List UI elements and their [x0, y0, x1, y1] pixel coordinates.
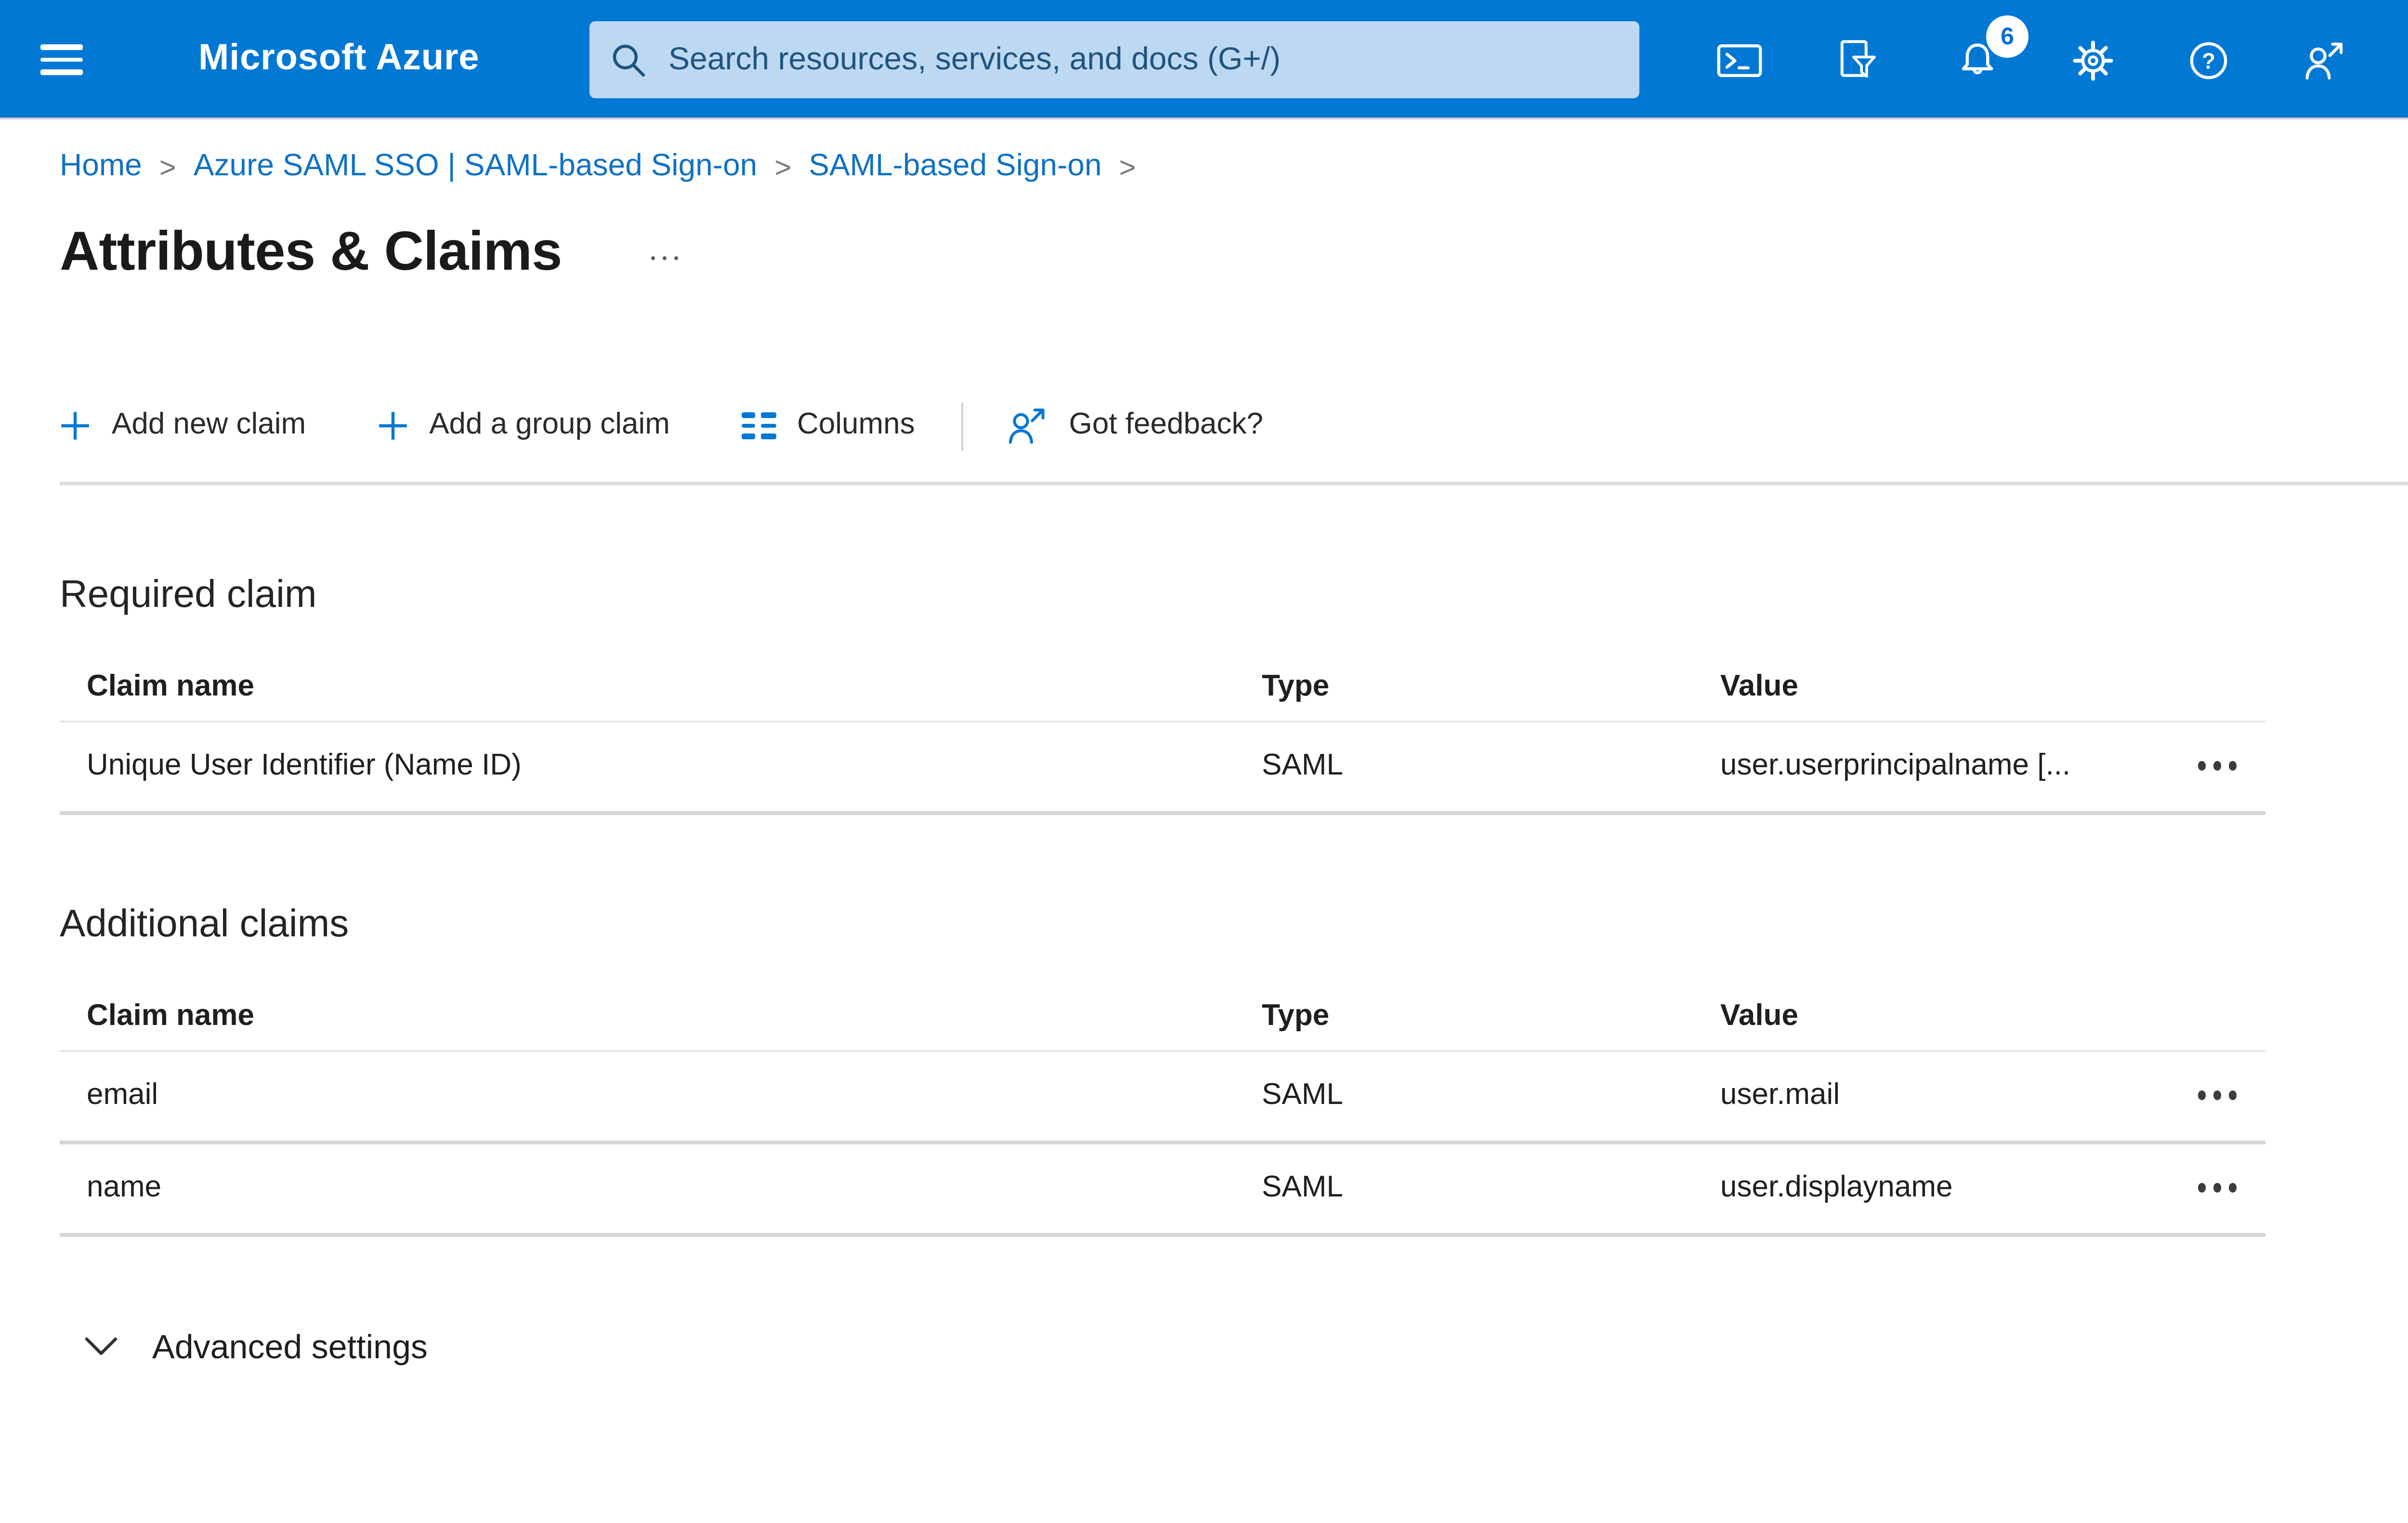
search-input[interactable] — [665, 39, 1616, 80]
claim-type-cell: SAML — [1262, 1170, 1343, 1203]
directory-filter-button[interactable] — [1817, 21, 1894, 98]
table-row: email SAML user.mail — [60, 1051, 2265, 1143]
table-header-row: Claim name Type Value — [60, 654, 2265, 722]
brand-title: Microsoft Azure — [198, 39, 480, 79]
plus-icon — [379, 412, 406, 440]
notification-badge: 6 — [1986, 15, 2028, 58]
breadcrumb-home-link[interactable]: Home — [60, 150, 142, 185]
advanced-settings-toggle[interactable]: Advanced settings — [85, 1326, 428, 1367]
column-header-type: Type — [1262, 670, 1330, 702]
search-icon — [613, 43, 645, 76]
add-group-claim-label: Add a group claim — [429, 408, 670, 441]
add-new-claim-label: Add new claim — [112, 408, 306, 441]
row-more-button[interactable] — [2188, 1081, 2247, 1109]
cloud-shell-icon — [1717, 43, 1762, 76]
column-header-value: Value — [1720, 670, 1798, 702]
breadcrumb: Home > Azure SAML SSO | SAML-based Sign-… — [60, 150, 2408, 185]
global-search — [589, 21, 1639, 98]
column-header-value: Value — [1720, 999, 1798, 1032]
chevron-down-icon — [85, 1337, 118, 1355]
settings-button[interactable] — [2054, 21, 2131, 98]
help-icon: ? — [2189, 41, 2226, 79]
columns-label: Columns — [797, 408, 915, 441]
hamburger-menu-button[interactable] — [23, 21, 100, 98]
table-header-row: Claim name Type Value — [60, 984, 2265, 1051]
title-row: Attributes & Claims — [60, 210, 2408, 295]
table-row: name SAML user.displayname — [60, 1143, 2265, 1236]
feedback-person-icon — [2304, 41, 2342, 79]
column-header-claim-name: Claim name — [87, 999, 255, 1032]
breadcrumb-chevron-icon: > — [774, 151, 792, 184]
help-button[interactable]: ? — [2169, 21, 2246, 98]
directory-filter-icon — [1839, 39, 1875, 77]
breadcrumb-saml-signon-link[interactable]: SAML-based Sign-on — [809, 150, 1101, 185]
got-feedback-button[interactable]: Got feedback? — [1006, 405, 1263, 447]
column-header-type: Type — [1262, 999, 1330, 1032]
breadcrumb-chevron-icon: > — [1119, 151, 1136, 184]
required-claim-heading: Required claim — [60, 573, 317, 616]
svg-text:?: ? — [2201, 47, 2214, 72]
row-more-button[interactable] — [2188, 1174, 2247, 1202]
top-bar: Microsoft Azure Search resources, servic… — [0, 0, 2408, 119]
claim-name-cell: name — [87, 1170, 162, 1203]
got-feedback-label: Got feedback? — [1069, 408, 1263, 441]
additional-claims-heading: Additional claims — [60, 903, 349, 945]
breadcrumb-app-link[interactable]: Azure SAML SSO | SAML-based Sign-on — [194, 150, 757, 185]
column-header-claim-name: Claim name — [87, 670, 255, 702]
add-new-claim-button[interactable]: Add new claim — [60, 408, 306, 443]
toolbar-rule — [60, 482, 2408, 485]
feedback-button[interactable] — [2285, 21, 2362, 98]
notifications-button[interactable]: 6 — [1938, 15, 2028, 98]
hamburger-icon — [40, 44, 83, 75]
claim-name-cell: Unique User Identifier (Name ID) — [87, 748, 522, 781]
claim-type-cell: SAML — [1262, 748, 1343, 781]
claim-value-cell: user.userprincipalname [... — [1720, 748, 2071, 781]
page-title: Attributes & Claims — [60, 221, 562, 282]
claim-value-cell: user.mail — [1720, 1078, 1840, 1111]
cloud-shell-button[interactable] — [1701, 21, 1778, 98]
command-bar: Add new claim Add a group claim Columns — [60, 391, 2408, 460]
toolbar-divider — [961, 402, 963, 450]
breadcrumb-chevron-icon: > — [159, 151, 176, 184]
add-group-claim-button[interactable]: Add a group claim — [377, 408, 670, 443]
gear-icon — [2072, 39, 2112, 80]
claim-value-cell: user.displayname — [1720, 1170, 1953, 1203]
columns-icon — [741, 412, 776, 439]
feedback-person-icon — [1008, 408, 1045, 444]
columns-button[interactable]: Columns — [741, 408, 915, 443]
advanced-settings-label: Advanced settings — [152, 1326, 428, 1365]
required-claim-table: Claim name Type Value Unique User Identi… — [60, 654, 2265, 814]
claim-type-cell: SAML — [1262, 1078, 1343, 1111]
plus-icon — [61, 412, 89, 440]
claim-name-cell: email — [87, 1078, 158, 1111]
azure-portal-window: Microsoft Azure Search resources, servic… — [0, 0, 2408, 1523]
row-more-button[interactable] — [2188, 752, 2247, 780]
additional-claims-table: Claim name Type Value email SAML user.ma… — [60, 984, 2265, 1236]
page-context-menu-button[interactable] — [643, 248, 687, 268]
table-row: Unique User Identifier (Name ID) SAML us… — [60, 722, 2265, 814]
